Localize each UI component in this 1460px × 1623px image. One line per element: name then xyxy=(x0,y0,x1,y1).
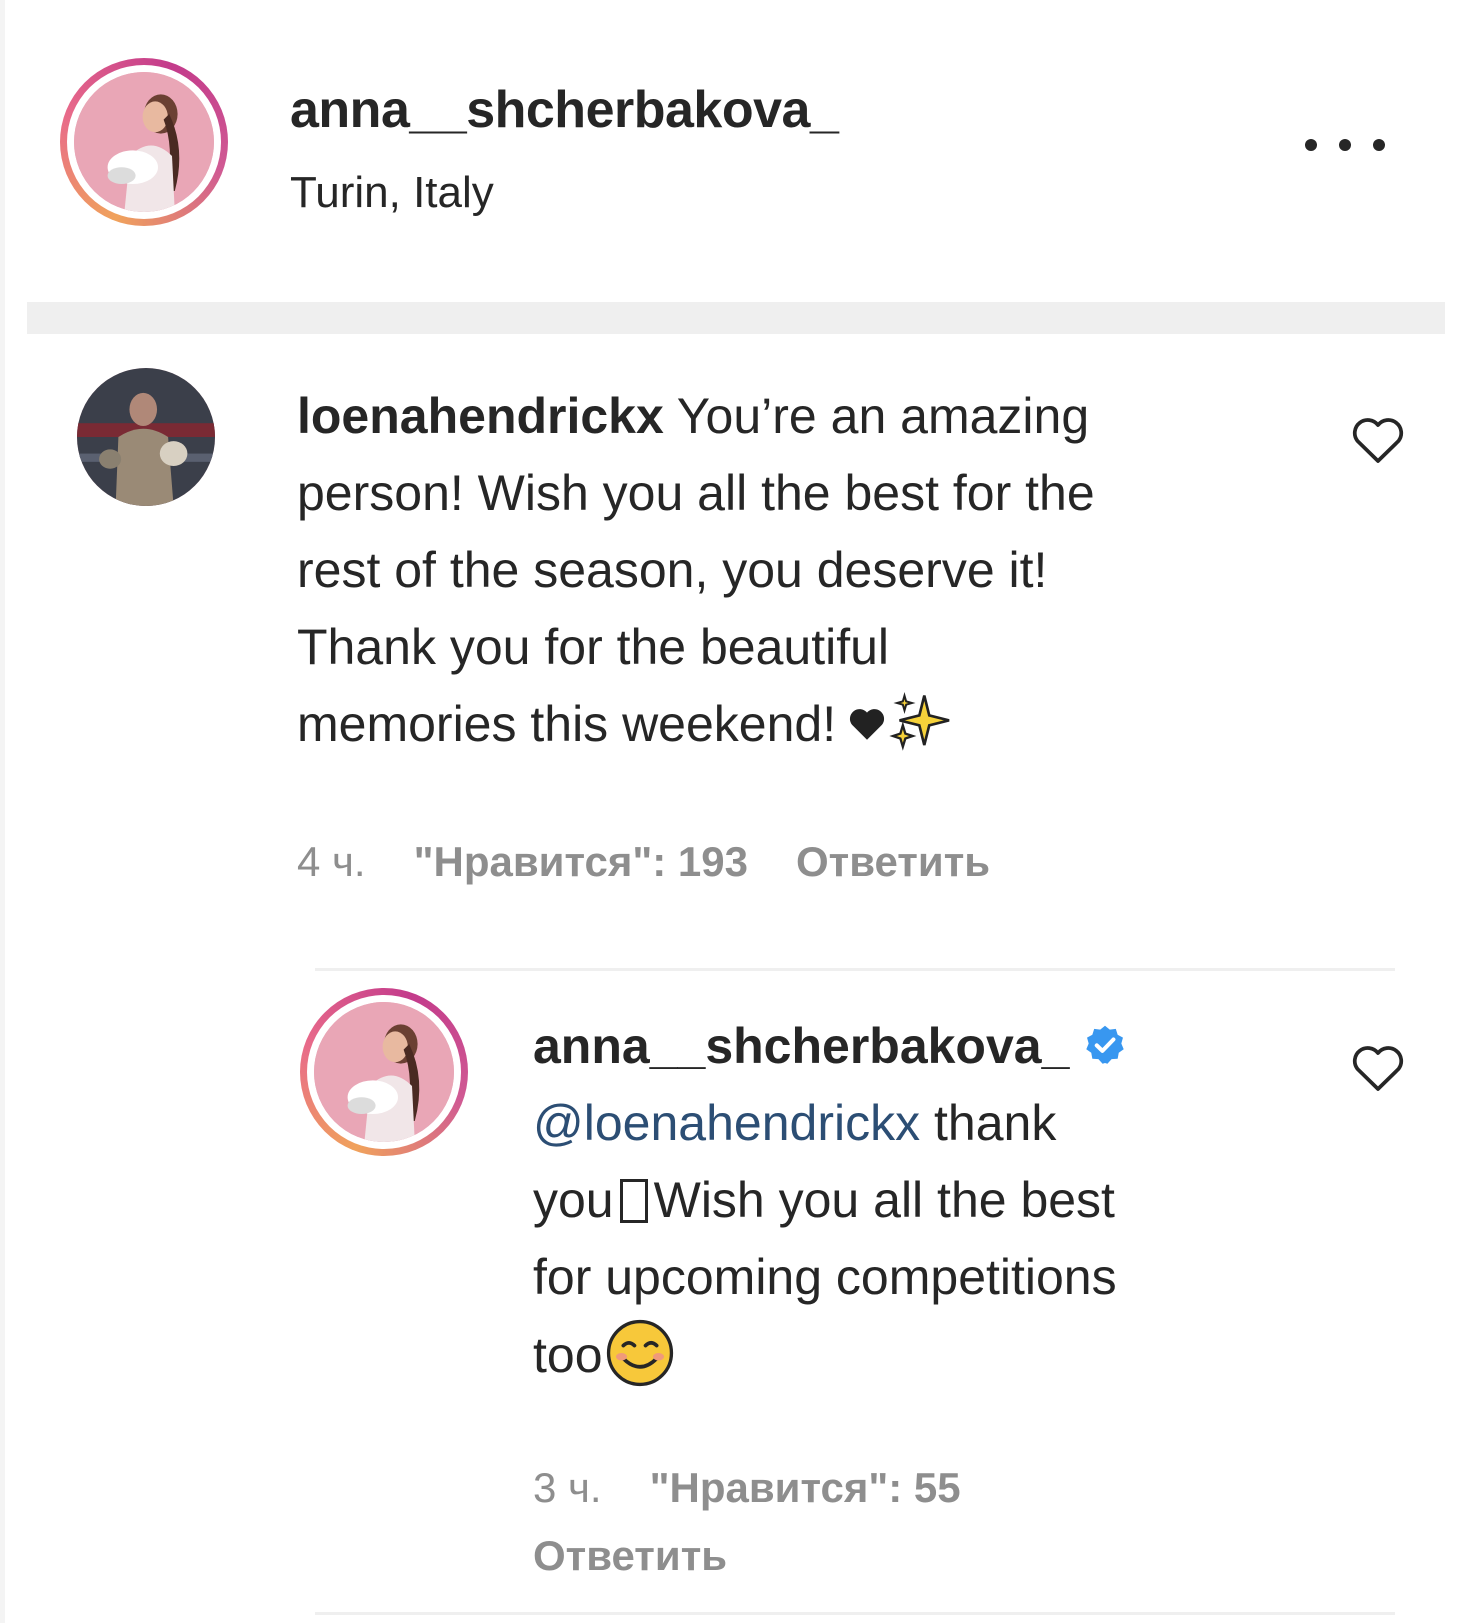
reply-text: you xyxy=(533,1172,614,1228)
reply-body: anna__shcherbakova_ @loenahendrickx than… xyxy=(533,1008,1293,1394)
reply-meta-second-line: Ответить xyxy=(533,1532,727,1580)
commenter-avatar[interactable] xyxy=(77,368,215,506)
like-comment-heart-icon[interactable] xyxy=(1350,414,1406,466)
comment-text-line: Thank you for the beautiful xyxy=(297,619,890,675)
comment-body: loenahendrickx You’re an amazing person!… xyxy=(297,378,1297,763)
sparkles-icon xyxy=(888,689,954,755)
more-dot xyxy=(1373,139,1385,151)
reply-text: Wish you all the best xyxy=(653,1172,1115,1228)
comment-likes[interactable]: "Нравится": 193 xyxy=(414,838,748,885)
reply-text: thank xyxy=(934,1095,1057,1151)
comment-time[interactable]: 4 ч. xyxy=(297,838,366,885)
author-avatar[interactable] xyxy=(60,58,228,226)
comment-text-line: rest of the season, you deserve it! xyxy=(297,542,1048,598)
comments-panel: anna__shcherbakova_ Turin, Italy loenahe… xyxy=(0,0,1460,1623)
reply-text: for upcoming competitions xyxy=(533,1249,1117,1305)
author-username[interactable]: anna__shcherbakova_ xyxy=(290,80,839,140)
reply-username[interactable]: anna__shcherbakova_ xyxy=(533,1018,1069,1074)
reply-author-avatar-photo xyxy=(314,1002,454,1142)
bottom-divider xyxy=(315,1612,1395,1615)
verified-badge-icon xyxy=(1083,1023,1127,1067)
reply-author-avatar[interactable] xyxy=(300,988,468,1156)
reply-button[interactable]: Ответить xyxy=(796,838,990,885)
more-dot xyxy=(1305,139,1317,151)
commenter-username[interactable]: loenahendrickx xyxy=(297,388,664,444)
reply-text: too xyxy=(533,1327,603,1383)
missing-glyph-icon xyxy=(619,1179,648,1223)
comment-text-line: memories this weekend! xyxy=(297,696,837,752)
reply-likes[interactable]: "Нравится": 55 xyxy=(650,1464,961,1511)
like-reply-heart-icon[interactable] xyxy=(1350,1042,1406,1094)
reply-time[interactable]: 3 ч. xyxy=(533,1464,602,1511)
more-options-icon[interactable] xyxy=(1305,130,1385,160)
header-divider xyxy=(27,302,1445,334)
post-location[interactable]: Turin, Italy xyxy=(290,168,494,218)
more-dot xyxy=(1339,139,1351,151)
smiling-face-icon xyxy=(603,1316,677,1390)
comment-meta: 4 ч. "Нравится": 193 Ответить xyxy=(297,838,990,886)
black-heart-icon xyxy=(846,703,888,745)
post-header: anna__shcherbakova_ Turin, Italy xyxy=(5,0,1460,290)
thread-divider xyxy=(315,968,1395,971)
author-avatar-photo xyxy=(74,72,214,212)
comment-text-line: person! Wish you all the best for the xyxy=(297,465,1095,521)
reply-to-reply-button[interactable]: Ответить xyxy=(533,1532,727,1579)
mention-link[interactable]: @loenahendrickx xyxy=(533,1095,920,1151)
reply-meta: 3 ч. "Нравится": 55 xyxy=(533,1464,961,1512)
comment-text-line: You’re an amazing xyxy=(676,388,1090,444)
